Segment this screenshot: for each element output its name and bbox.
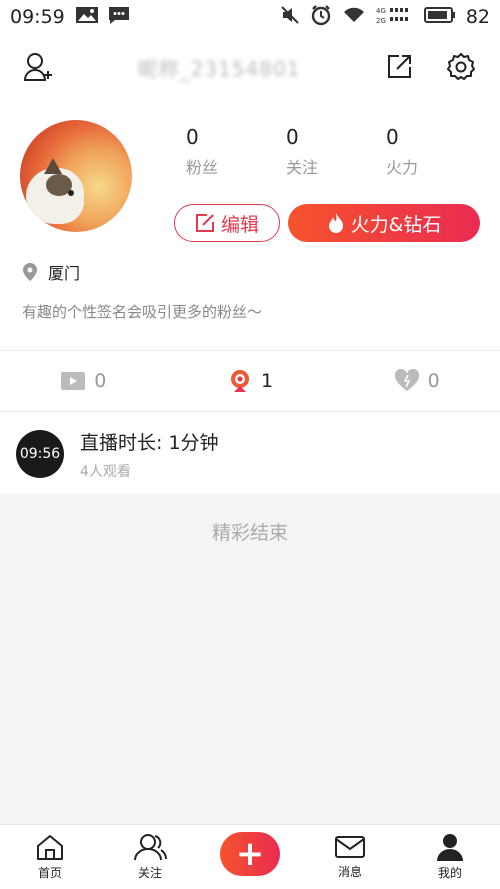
status-time: 09:59 — [10, 6, 65, 28]
nav-home[interactable]: 首页 — [0, 825, 100, 889]
status-bar: 09:59 4G 2G 82 — [0, 0, 500, 34]
add-user-icon — [23, 53, 52, 81]
settings-button[interactable] — [444, 50, 478, 84]
battery-icon — [423, 6, 456, 28]
avatar[interactable] — [20, 120, 132, 232]
nav-messages[interactable]: 消息 — [300, 825, 400, 889]
stat-value: 0 — [186, 125, 199, 149]
gear-icon — [446, 53, 475, 80]
bottom-nav: 首页 关注 + 消息 我的 — [0, 824, 500, 889]
live-record-item[interactable]: 09:56 直播时长: 1分钟 4人观看 — [0, 414, 500, 494]
tab-count: 1 — [260, 370, 274, 392]
edit-icon — [195, 214, 214, 232]
plus-button[interactable]: + — [220, 832, 280, 876]
nav-mine[interactable]: 我的 — [400, 825, 500, 889]
stat-fans[interactable]: 0 粉丝 — [178, 124, 278, 178]
location-text: 厦门 — [48, 264, 81, 283]
content-tabs: 0 1 0 — [0, 352, 500, 410]
battery-level: 82 — [465, 6, 490, 28]
wifi-icon — [342, 6, 366, 29]
end-area: 精彩结束 — [0, 494, 500, 824]
stats-row: 0 粉丝 0 关注 0 火力 — [178, 124, 478, 178]
svg-text:4G: 4G — [376, 7, 386, 15]
tab-live[interactable]: 1 — [167, 352, 334, 410]
video-icon — [61, 372, 86, 390]
tab-count: 0 — [427, 370, 440, 392]
nav-mine-label: 我的 — [437, 866, 462, 880]
message-notification-icon — [107, 5, 131, 30]
signal-icon: 4G 2G — [376, 5, 414, 30]
stat-value: 0 — [286, 125, 299, 149]
mute-icon — [280, 5, 300, 30]
edit-profile-button[interactable]: 编辑 — [174, 204, 280, 242]
location: 厦门 — [22, 260, 80, 284]
share-icon — [387, 55, 411, 78]
add-friend-button[interactable] — [22, 50, 56, 84]
tab-count: 0 — [94, 370, 107, 392]
stat-firepower[interactable]: 0 火力 — [378, 124, 478, 178]
nav-messages-label: 消息 — [337, 865, 362, 879]
user-icon — [437, 834, 463, 861]
profile-header: 昵称_23154801 — [0, 40, 500, 94]
end-text: 精彩结束 — [211, 522, 288, 544]
alarm-icon — [310, 4, 332, 31]
stat-value: 0 — [386, 125, 399, 149]
fire-diamond-button[interactable]: 火力&钻石 — [288, 204, 480, 242]
image-notification-icon — [75, 6, 99, 29]
status-right-icons: 4G 2G 82 — [280, 4, 490, 31]
stat-following[interactable]: 0 关注 — [278, 124, 378, 178]
stat-label: 火力 — [386, 158, 419, 177]
tab-videos[interactable]: 0 — [0, 352, 167, 410]
nav-follow[interactable]: 关注 — [100, 825, 200, 889]
location-pin-icon — [23, 263, 37, 281]
divider — [0, 350, 500, 351]
stat-label: 关注 — [286, 158, 319, 177]
heart-icon — [394, 369, 419, 391]
nav-follow-label: 关注 — [137, 866, 162, 880]
signature[interactable]: 有趣的个性签名会吸引更多的粉丝～ — [22, 301, 262, 322]
fire-diamond-label: 火力&钻石 — [350, 213, 442, 236]
profile-section: 0 粉丝 0 关注 0 火力 编辑 火力&钻石 厦门 有趣的个性签名会吸引更多的… — [0, 110, 500, 350]
mail-icon — [335, 836, 365, 858]
divider — [0, 411, 500, 412]
nav-create[interactable]: + — [200, 825, 300, 889]
status-left-icons — [75, 5, 131, 30]
live-duration: 直播时长: 1分钟 — [80, 431, 219, 454]
users-icon — [134, 834, 167, 861]
svg-text:2G: 2G — [376, 17, 386, 25]
live-time-badge: 09:56 — [16, 430, 64, 478]
flame-icon — [328, 213, 343, 233]
stat-label: 粉丝 — [186, 158, 219, 177]
tab-likes[interactable]: 0 — [333, 352, 500, 410]
home-icon — [37, 835, 63, 860]
live-viewers: 4人观看 — [80, 463, 131, 480]
edit-label: 编辑 — [220, 213, 259, 236]
nav-home-label: 首页 — [37, 866, 62, 880]
live-camera-icon — [230, 370, 249, 392]
username: 昵称_23154801 — [137, 56, 301, 81]
share-button[interactable] — [382, 50, 416, 84]
